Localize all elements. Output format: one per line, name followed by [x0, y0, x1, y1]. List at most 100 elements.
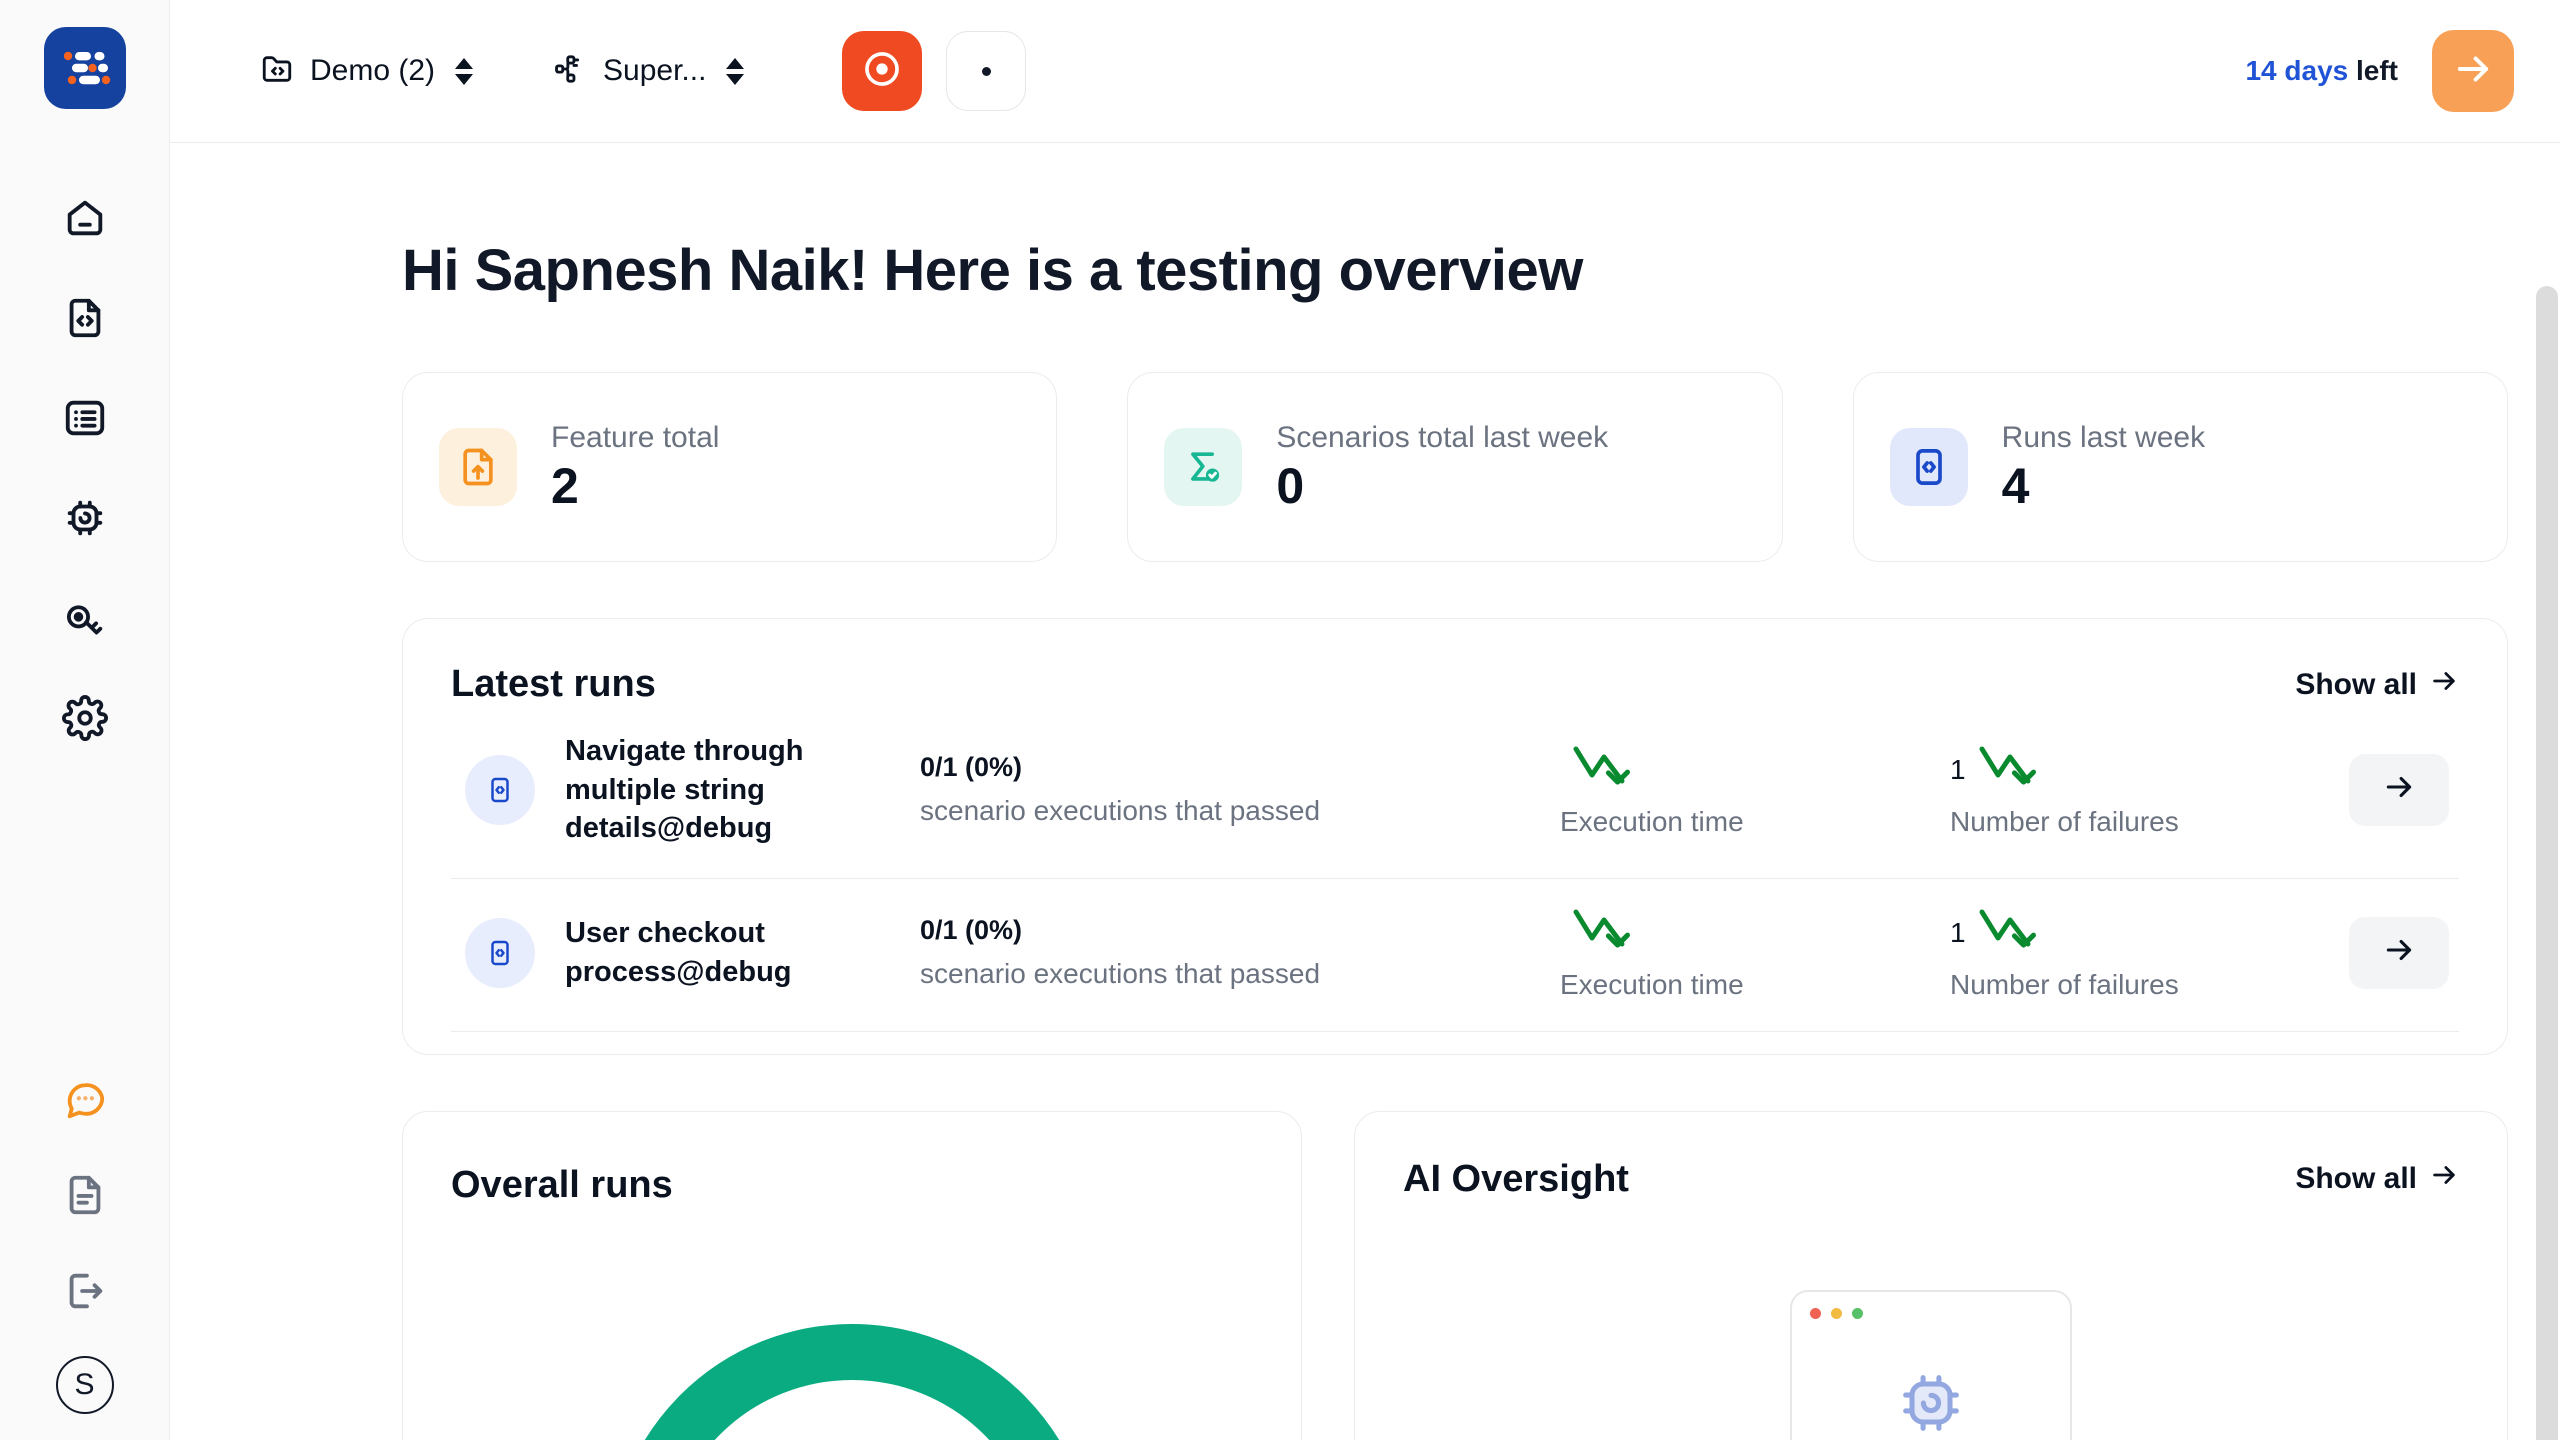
sidebar-nav-bottom: S	[0, 1068, 169, 1414]
logout-icon	[62, 1268, 108, 1314]
run-pass-caption: scenario executions that passed	[920, 958, 1321, 990]
run-execution-time-metric: Execution time	[1560, 742, 1950, 838]
ai-oversight-header: AI Oversight Show all	[1403, 1158, 2459, 1201]
record-target-button[interactable]	[842, 31, 923, 111]
stat-value: 0	[1276, 457, 1305, 514]
run-pass-ratio: 0/1 (0%)	[920, 752, 1023, 783]
chevron-updown-icon	[726, 57, 745, 85]
latest-runs-title: Latest runs	[451, 663, 656, 705]
trial-suffix: left	[2356, 55, 2398, 86]
run-name: User checkout process@debug	[565, 917, 792, 988]
failures-value: 1	[1950, 753, 1966, 785]
ai-oversight-browser-mockup	[1790, 1289, 2072, 1440]
chip-icon	[62, 495, 108, 541]
folder-code-icon	[260, 52, 294, 91]
stat-label: Feature total	[551, 420, 720, 454]
failures-value: 1	[1950, 916, 1966, 948]
sidebar-item-logout[interactable]	[54, 1260, 116, 1322]
bottom-cards: Overall runs AI Oversight Show all	[402, 1110, 2508, 1440]
document-icon	[62, 1172, 108, 1218]
sidebar-item-home[interactable]	[54, 187, 116, 249]
app-root: S Demo (2) Super... 14 days left Hi Sapn…	[0, 0, 2560, 1440]
latest-runs-header: Latest runs Show all	[451, 663, 2459, 706]
more-options-button[interactable]	[946, 31, 1027, 111]
maximize-dot-icon	[1852, 1307, 1863, 1319]
sidebar-item-docs[interactable]	[54, 1164, 116, 1226]
browser-traffic-lights	[1792, 1292, 2070, 1319]
chip-icon	[1893, 1365, 1969, 1440]
run-failures-metric: 1 Number of failures	[1950, 742, 2340, 838]
ai-oversight-show-all-link[interactable]: Show all	[2295, 1160, 2459, 1198]
suite-selector[interactable]: Super...	[543, 46, 754, 97]
run-open-button[interactable]	[2349, 916, 2449, 989]
avatar[interactable]: S	[55, 1356, 114, 1414]
run-open-button[interactable]	[2349, 753, 2449, 826]
table-row[interactable]: Navigate through multiple string details…	[451, 706, 2459, 879]
stat-card-runs-last-week[interactable]: Runs last week 4	[1852, 372, 2508, 562]
chevron-updown-icon	[455, 57, 474, 85]
stat-label: Runs last week	[2001, 420, 2206, 454]
top-header: Demo (2) Super... 14 days left	[170, 0, 2560, 143]
run-pass-stat: 0/1 (0%) scenario executions that passed	[920, 915, 1560, 990]
project-selector-label: Demo (2)	[310, 54, 436, 87]
app-logo[interactable]	[43, 27, 126, 109]
run-pass-stat: 0/1 (0%) scenario executions that passed	[920, 752, 1560, 827]
trend-down-icon	[1570, 741, 1652, 798]
page-content: Hi Sapnesh Naik! Here is a testing overv…	[170, 143, 2560, 1440]
run-pass-ratio: 0/1 (0%)	[920, 915, 1023, 946]
chat-bubble-icon	[62, 1076, 108, 1122]
failures-caption: Number of failures	[1950, 968, 2179, 1000]
upgrade-button[interactable]	[2432, 30, 2514, 112]
logo-glyph	[63, 51, 110, 85]
scrollbar-thumb[interactable]	[2536, 286, 2558, 1440]
run-name: Navigate through multiple string details…	[565, 735, 804, 845]
stat-value: 2	[551, 457, 579, 514]
ai-oversight-card: AI Oversight Show all	[1354, 1110, 2508, 1440]
code-brackets-icon	[465, 754, 535, 825]
overall-runs-card: Overall runs	[402, 1110, 1302, 1440]
run-execution-time-metric: Execution time	[1560, 905, 1950, 1001]
main-column: Demo (2) Super... 14 days left Hi Sapnes…	[170, 0, 2560, 1440]
arrow-right-icon	[2429, 1160, 2459, 1198]
stat-card-scenarios-total[interactable]: Scenarios total last week 0	[1127, 372, 1783, 562]
trend-down-icon	[1570, 904, 1652, 961]
stat-cards: Feature total 2 Scenarios total last wee…	[402, 372, 2508, 562]
page-scrollbar[interactable]	[2536, 286, 2558, 1440]
more-horizontal-icon	[981, 66, 991, 76]
ai-oversight-title: AI Oversight	[1403, 1157, 1629, 1200]
gear-icon	[61, 695, 108, 741]
latest-runs-show-all-link[interactable]: Show all	[2295, 666, 2459, 704]
close-dot-icon	[1810, 1307, 1821, 1319]
sidebar-item-executions[interactable]	[54, 487, 116, 549]
stat-label: Scenarios total last week	[1276, 420, 1609, 454]
sidebar-item-features[interactable]	[54, 287, 116, 349]
arrow-right-icon	[2382, 770, 2416, 809]
run-failures-metric: 1 Number of failures	[1950, 905, 2340, 1001]
target-icon	[860, 47, 904, 96]
page-title: Hi Sapnesh Naik! Here is a testing overv…	[402, 238, 1583, 303]
failures-caption: Number of failures	[1950, 805, 2179, 837]
sidebar-item-settings[interactable]	[54, 687, 116, 749]
trial-status: 14 days left	[2245, 55, 2398, 87]
sigma-check-icon	[1164, 428, 1243, 506]
sidebar-item-support-chat[interactable]	[54, 1068, 116, 1130]
execution-time-caption: Execution time	[1560, 805, 1744, 837]
overall-runs-donut-chart	[403, 1302, 1301, 1440]
file-upload-icon	[439, 428, 517, 506]
trend-down-icon	[1976, 741, 2058, 798]
sidebar: S	[0, 0, 170, 1440]
network-branch-icon	[553, 52, 587, 91]
home-icon	[62, 195, 108, 241]
stat-card-feature-total[interactable]: Feature total 2	[402, 372, 1058, 562]
sidebar-item-test-cases[interactable]	[54, 387, 116, 449]
execution-time-caption: Execution time	[1560, 968, 1744, 1000]
sidebar-nav-top	[54, 187, 116, 749]
show-all-label: Show all	[2295, 667, 2417, 701]
sidebar-item-keys[interactable]	[54, 587, 116, 649]
file-code-icon	[62, 295, 108, 341]
project-selector[interactable]: Demo (2)	[250, 46, 483, 97]
table-row[interactable]: User checkout process@debug 0/1 (0%) sce…	[451, 879, 2459, 1032]
trend-down-icon	[1976, 904, 2058, 961]
run-pass-caption: scenario executions that passed	[920, 795, 1321, 827]
trial-days: 14 days	[2245, 55, 2349, 86]
